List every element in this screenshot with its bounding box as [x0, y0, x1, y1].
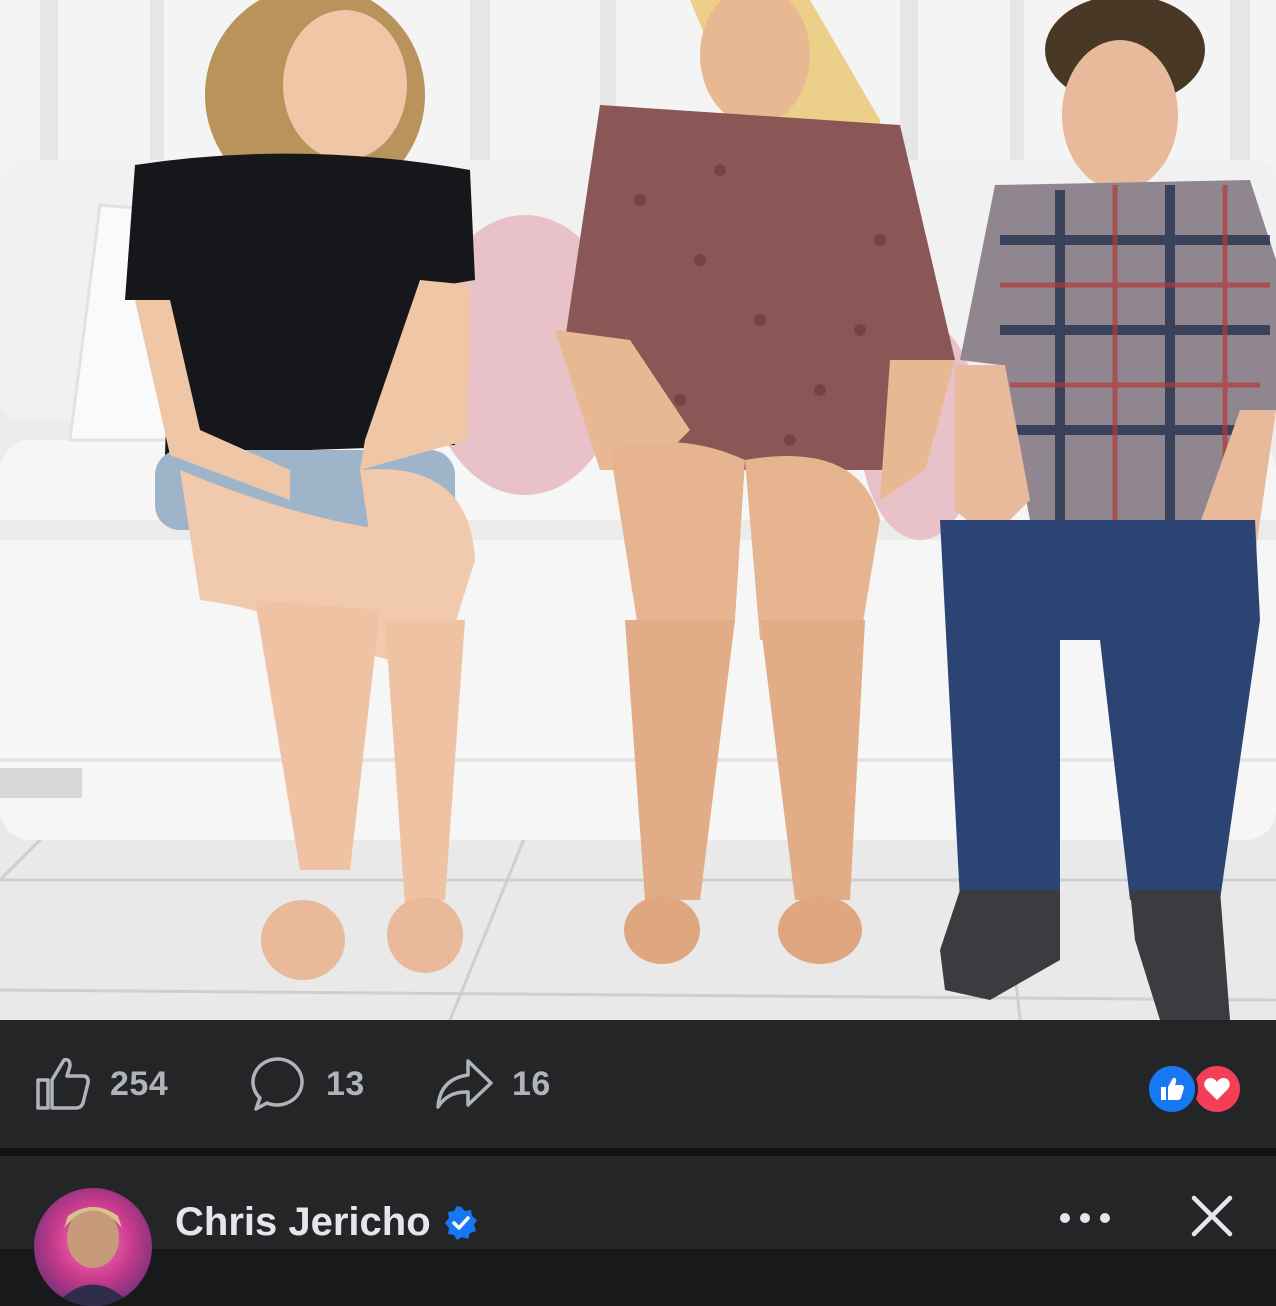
- feed-separator: [0, 1148, 1276, 1156]
- dot-icon: [1060, 1213, 1070, 1223]
- dot-icon: [1080, 1213, 1090, 1223]
- author-name: Chris Jericho: [175, 1200, 431, 1244]
- thumbs-up-icon: [36, 1057, 90, 1110]
- share-button[interactable]: 16: [434, 1020, 551, 1148]
- like-count: 254: [110, 1064, 169, 1103]
- post-action-bar: 254 13 16: [0, 1020, 1276, 1148]
- author-portrait-image: [54, 1207, 132, 1306]
- share-count: 16: [512, 1064, 551, 1103]
- author-avatar[interactable]: [34, 1188, 152, 1306]
- next-post-header: Chris Jericho: [0, 1156, 1276, 1306]
- more-options-button[interactable]: [1060, 1206, 1110, 1230]
- like-button[interactable]: 254: [34, 1020, 168, 1148]
- close-button[interactable]: [1190, 1194, 1234, 1238]
- comment-button[interactable]: 13: [250, 1020, 365, 1148]
- author-name-row[interactable]: Chris Jericho: [175, 1200, 479, 1245]
- comment-bubble-icon: [251, 1057, 304, 1111]
- reaction-summary[interactable]: [1146, 1063, 1243, 1115]
- comment-count: 13: [326, 1064, 365, 1103]
- share-arrow-icon: [436, 1059, 493, 1109]
- like-reaction-icon: [1146, 1063, 1198, 1115]
- dot-icon: [1100, 1213, 1110, 1223]
- photo-illustration: [0, 0, 1276, 1020]
- post-photo[interactable]: [0, 0, 1276, 1020]
- close-icon: [1191, 1195, 1233, 1237]
- love-reaction-icon: [1191, 1063, 1243, 1115]
- verified-badge-icon: [444, 1205, 477, 1240]
